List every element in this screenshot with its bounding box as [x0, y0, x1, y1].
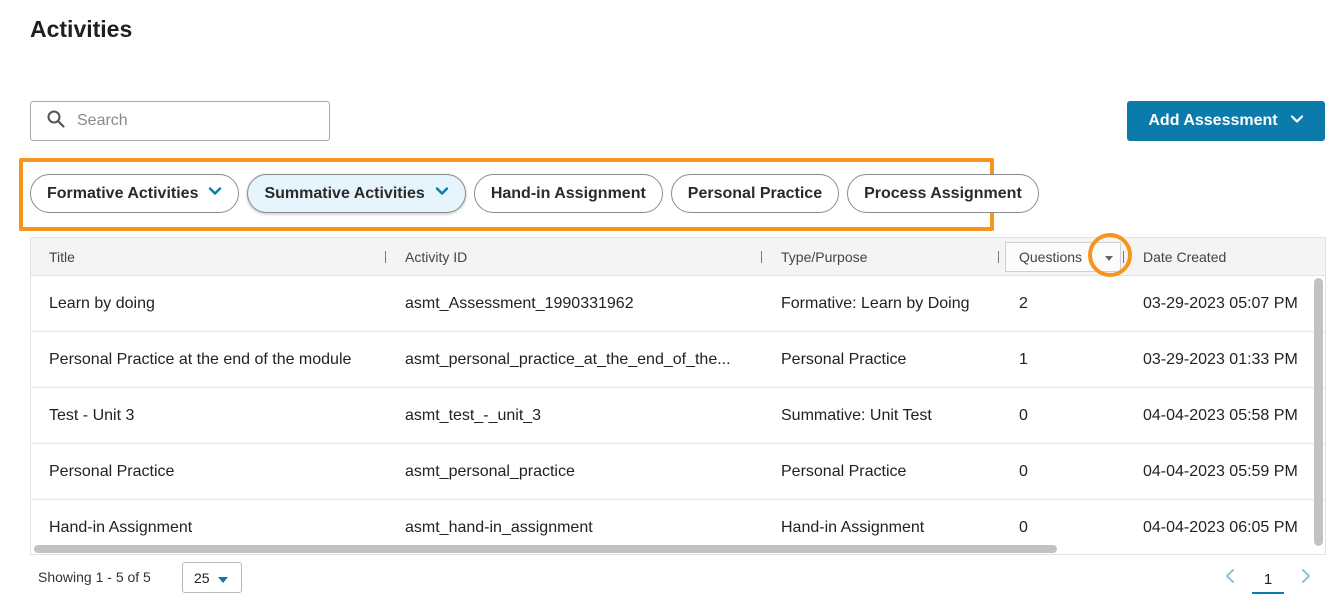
column-header-activity-id[interactable]: Activity ID	[405, 238, 467, 276]
chevron-down-icon	[425, 184, 449, 203]
cell-activity-id: asmt_personal_practice_at_the_end_of_the…	[405, 351, 731, 368]
column-header-date-created[interactable]: Date Created	[1143, 238, 1226, 276]
filter-chip-label: Summative Activities	[264, 184, 425, 202]
table-row[interactable]: Learn by doing asmt_Assessment_199033196…	[31, 276, 1325, 332]
cell-date-created: 04-04-2023 05:58 PM	[1143, 407, 1298, 424]
cell-questions: 2	[1019, 295, 1028, 312]
column-header-type[interactable]: Type/Purpose	[781, 238, 867, 276]
chevron-left-icon	[1225, 568, 1235, 588]
cell-questions: 0	[1019, 463, 1028, 480]
cell-date-created: 04-04-2023 06:05 PM	[1143, 519, 1298, 536]
filter-chip-label: Hand-in Assignment	[490, 184, 646, 202]
activities-table: Title Activity ID Type/Purpose Questions…	[30, 237, 1326, 555]
page-title: Activities	[30, 16, 133, 42]
cell-type: Personal Practice	[781, 463, 907, 480]
questions-menu-highlight	[1088, 233, 1132, 277]
caret-down-icon	[210, 570, 228, 586]
cell-date-created: 03-29-2023 05:07 PM	[1143, 295, 1298, 312]
chevron-right-icon	[1301, 568, 1311, 588]
search-icon	[47, 110, 65, 133]
filter-chip-formative-activities[interactable]: Formative Activities	[30, 174, 240, 213]
chevron-down-icon	[198, 184, 222, 203]
next-page-button[interactable]	[1298, 568, 1314, 588]
column-header-questions-label: Questions	[1019, 249, 1083, 265]
cell-date-created: 04-04-2023 05:59 PM	[1143, 463, 1298, 480]
vertical-scrollbar[interactable]	[1314, 278, 1323, 546]
add-assessment-button[interactable]: Add Assessment	[1127, 101, 1325, 141]
cell-type: Summative: Unit Test	[781, 407, 932, 424]
filter-chip-summative-activities[interactable]: Summative Activities	[247, 174, 466, 213]
column-resize-handle[interactable]	[998, 251, 999, 263]
cell-activity-id: asmt_test_-_unit_3	[405, 407, 542, 424]
search-box[interactable]	[30, 101, 330, 141]
column-resize-handle[interactable]	[385, 251, 386, 263]
cell-activity-id: asmt_Assessment_1990331962	[405, 295, 634, 312]
cell-title[interactable]: Personal Practice	[49, 444, 389, 500]
filter-chip-label: Process Assignment	[864, 184, 1022, 202]
cell-title[interactable]: Personal Practice at the end of the modu…	[49, 332, 389, 388]
cell-date-created: 03-29-2023 01:33 PM	[1143, 351, 1298, 368]
cell-title[interactable]: Learn by doing	[49, 276, 389, 332]
chevron-down-icon	[1278, 112, 1304, 131]
filter-chip-personal-practice[interactable]: Personal Practice	[670, 174, 840, 213]
page-number-current[interactable]: 1	[1252, 566, 1284, 594]
table-row[interactable]: Personal Practice at the end of the modu…	[31, 332, 1325, 388]
prev-page-button[interactable]	[1222, 568, 1238, 588]
cell-activity-id: asmt_personal_practice	[405, 463, 575, 480]
table-row[interactable]: Test - Unit 3 asmt_test_-_unit_3 Summati…	[31, 388, 1325, 444]
table-row[interactable]: Personal Practice asmt_personal_practice…	[31, 444, 1325, 500]
page-size-select[interactable]: 25	[182, 562, 242, 593]
filter-chip-label: Personal Practice	[687, 184, 823, 202]
filter-chips: Formative Activities Summative Activitie…	[30, 174, 1039, 213]
filter-chip-hand-in-assignment[interactable]: Hand-in Assignment	[473, 174, 663, 213]
column-header-title[interactable]: Title	[49, 238, 75, 276]
showing-count: Showing 1 - 5 of 5	[38, 569, 151, 585]
cell-type: Formative: Learn by Doing	[781, 295, 970, 312]
add-assessment-label: Add Assessment	[1148, 112, 1278, 129]
filter-chip-process-assignment[interactable]: Process Assignment	[847, 174, 1039, 213]
cell-questions: 1	[1019, 351, 1028, 368]
cell-questions: 0	[1019, 407, 1028, 424]
page-size-value: 25	[194, 569, 210, 586]
horizontal-scrollbar[interactable]	[34, 545, 1057, 553]
cell-title[interactable]: Test - Unit 3	[49, 388, 389, 444]
search-input[interactable]	[77, 112, 317, 130]
cell-type: Personal Practice	[781, 351, 907, 368]
column-resize-handle[interactable]	[761, 251, 762, 263]
filter-chip-label: Formative Activities	[47, 184, 199, 202]
